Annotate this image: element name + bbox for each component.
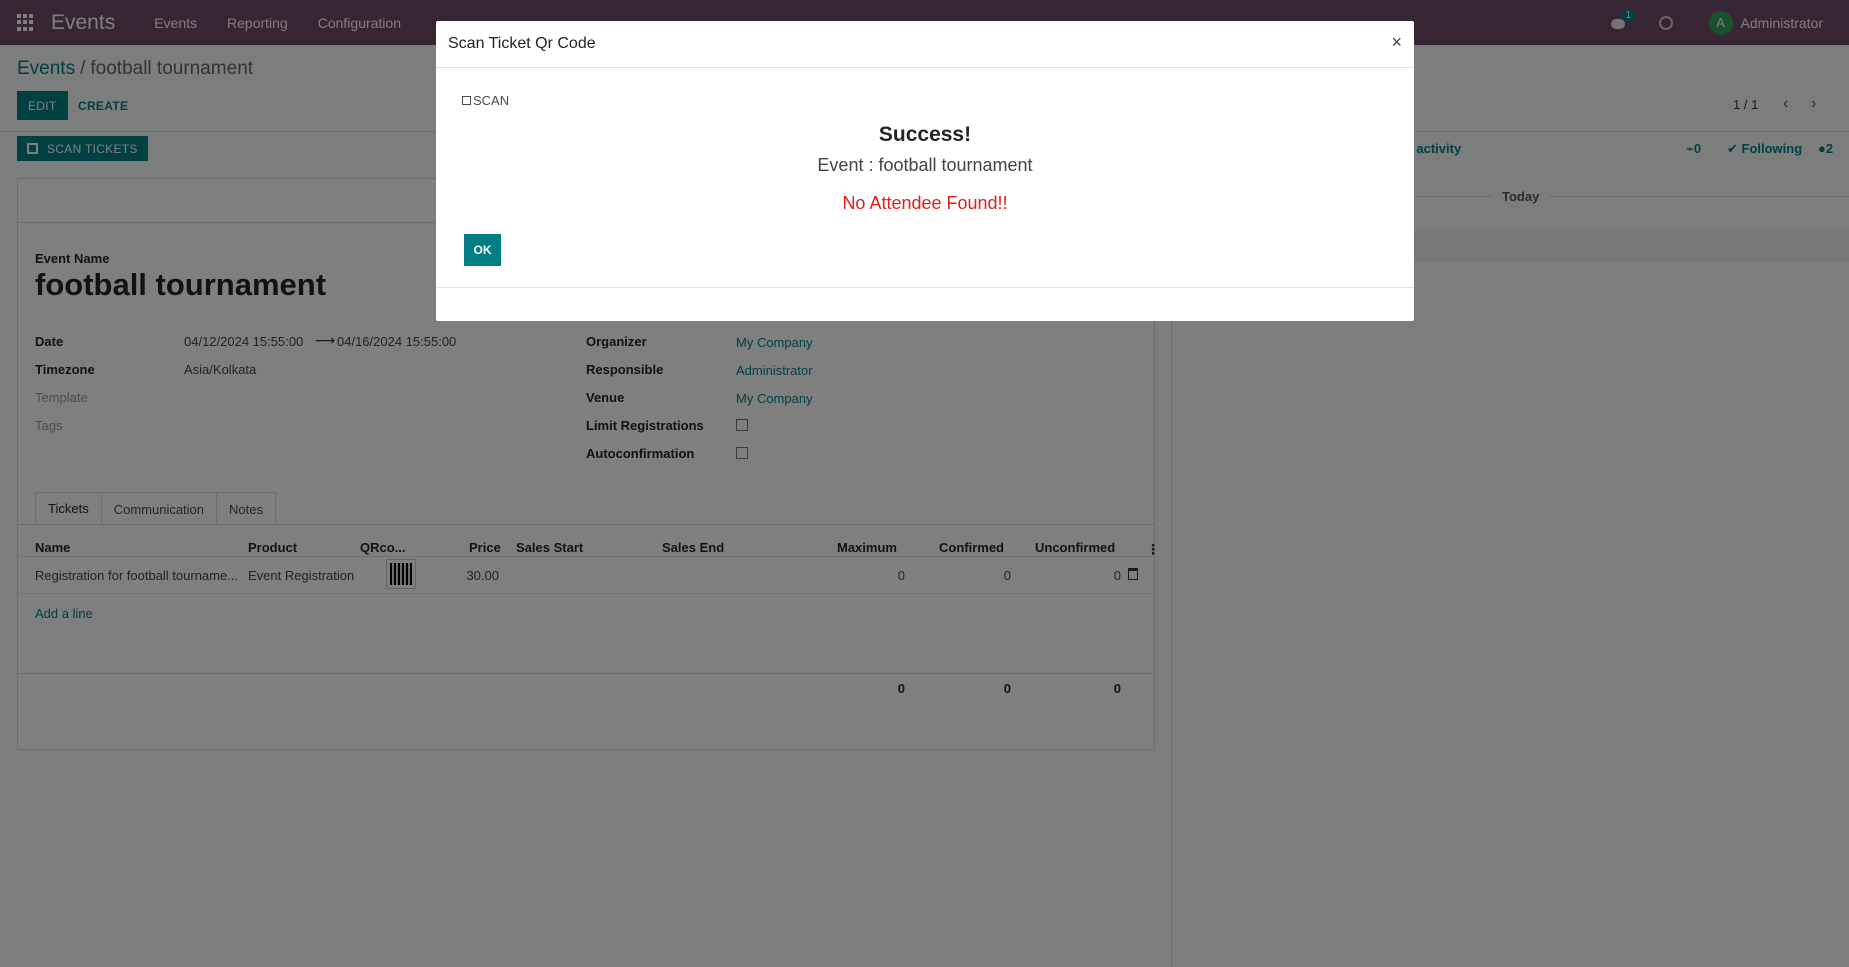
scan-label: SCAN [473,93,510,108]
scan-qr-modal: Scan Ticket Qr Code × SCAN Success! Even… [436,21,1414,321]
attendee-status-message: No Attendee Found!! [842,193,1008,213]
close-icon[interactable]: × [1391,32,1402,53]
modal-title: Scan Ticket Qr Code [448,35,596,52]
success-title: Success! [878,123,972,146]
modal-header: Scan Ticket Qr Code × [436,21,1414,68]
scan-button[interactable]: SCAN [462,93,509,108]
qrcode-icon [462,96,471,105]
modal-footer-divider [436,287,1414,288]
ok-button[interactable]: OK [464,234,501,266]
success-event-line: Event : football tournament [817,155,1033,175]
